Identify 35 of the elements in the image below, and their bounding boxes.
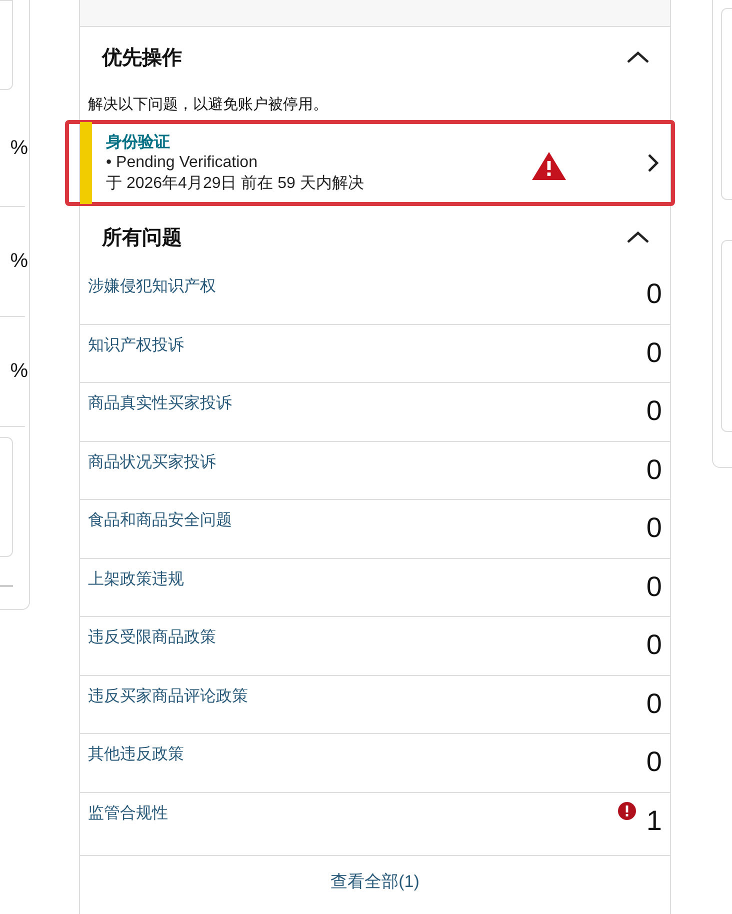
issue-link[interactable]: 商品真实性买家投诉 (88, 393, 232, 414)
issue-count: 0 (646, 629, 662, 661)
issue-link[interactable]: 涉嫌侵犯知识产权 (88, 276, 216, 297)
issue-link[interactable]: 知识产权投诉 (88, 334, 184, 356)
chevron-icon[interactable] (626, 230, 650, 244)
issue-link[interactable]: 违反买家商品评论政策 (88, 686, 248, 706)
view-all-link[interactable]: 查看全部(1) (330, 870, 420, 892)
warning-icon (531, 151, 567, 181)
section-title: 优先操作 (102, 46, 182, 70)
issue-link[interactable]: 食品和商品安全问题 (88, 510, 232, 531)
issue-link[interactable]: 违反受限商品政策 (88, 627, 216, 648)
percent-text: % (10, 136, 28, 160)
issue-link[interactable]: 监管合规性 (88, 802, 168, 824)
issue-count: 0 (646, 570, 662, 602)
action-card[interactable]: 身份验证 • Pending Verification 于 2026年4月29日 前在 59 天内解决 (65, 120, 675, 206)
percent-text: % (10, 250, 28, 273)
description-text: 解决以下问题，以避免账户被停用。 (87, 95, 329, 115)
issue-link[interactable]: 其他违反政策 (88, 744, 184, 765)
status-text: • Pending Verification (106, 154, 258, 172)
action-title[interactable]: 身份验证 (106, 132, 531, 153)
issue-count: 0 (646, 512, 662, 544)
chevron-right-icon[interactable] (647, 153, 659, 173)
issue-count: 0 (646, 688, 662, 720)
issue-count: 0 (646, 454, 662, 486)
issue-count: 0 (646, 395, 662, 427)
issue-count: 0 (646, 746, 662, 778)
issue-count: 0 (646, 336, 662, 368)
percent-text: % (10, 360, 28, 383)
issue-link[interactable]: 商品状况买家投诉 (88, 452, 216, 472)
issue-link[interactable]: 上架政策违规 (88, 568, 184, 590)
issue-count: 0 (646, 278, 662, 310)
section-title: 所有问题 (102, 226, 182, 250)
chevron-icon[interactable] (626, 50, 650, 64)
deadline-text: 于 2026年4月29日 前在 59 天内解决 (106, 174, 365, 194)
issue-count: 1 (646, 804, 662, 836)
